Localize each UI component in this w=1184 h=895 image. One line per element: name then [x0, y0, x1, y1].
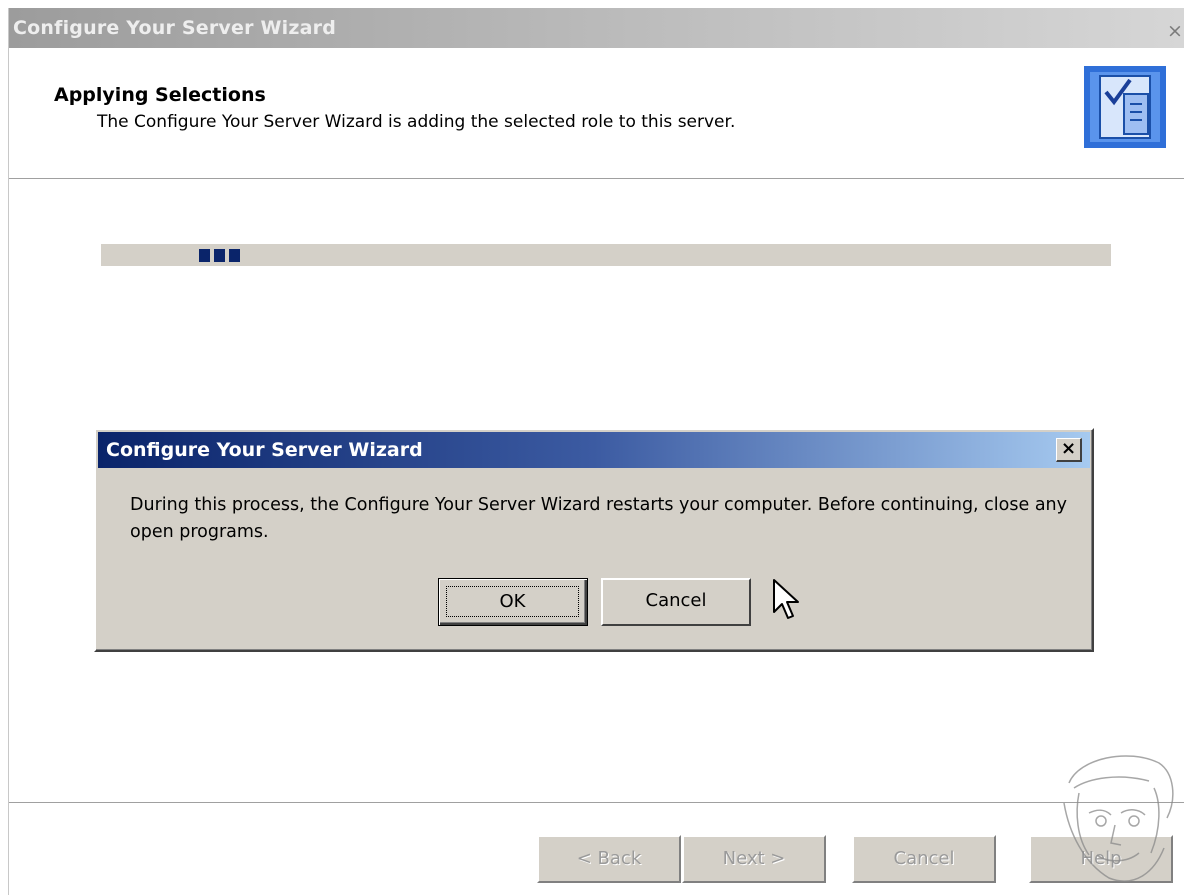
ok-button[interactable]: OK — [438, 578, 588, 626]
dialog-close-icon[interactable]: × — [1056, 438, 1082, 462]
footer-divider — [9, 802, 1184, 806]
wizard-close-icon[interactable]: × — [1165, 20, 1184, 42]
back-button[interactable]: < Back — [537, 835, 681, 883]
ok-button-label: OK — [446, 586, 579, 617]
wizard-cancel-button[interactable]: Cancel — [852, 835, 996, 883]
progress-block — [229, 249, 240, 262]
mouse-pointer-icon — [773, 579, 799, 619]
watermark-sketch-icon — [1063, 755, 1174, 882]
progress-block — [214, 249, 225, 262]
wizard-checklist-icon — [1084, 66, 1166, 148]
dialog-title: Configure Your Server Wizard — [106, 439, 423, 461]
progress-block — [199, 249, 210, 262]
dialog-cancel-button[interactable]: Cancel — [601, 578, 751, 626]
wizard-title-bar[interactable]: Configure Your Server Wizard × — [9, 8, 1184, 48]
dialog-message: During this process, the Configure Your … — [130, 495, 1067, 542]
restart-confirm-dialog: Configure Your Server Wizard × During th… — [94, 428, 1094, 652]
next-button[interactable]: Next > — [682, 835, 826, 883]
wizard-title: Configure Your Server Wizard — [13, 17, 336, 39]
page-title: Applying Selections — [54, 84, 266, 106]
dialog-title-bar[interactable]: Configure Your Server Wizard × — [98, 432, 1090, 468]
page-subtitle: The Configure Your Server Wizard is addi… — [97, 112, 736, 132]
wizard-header: Applying Selections The Configure Your S… — [9, 48, 1184, 179]
marquee-progress-bar — [101, 244, 1111, 266]
